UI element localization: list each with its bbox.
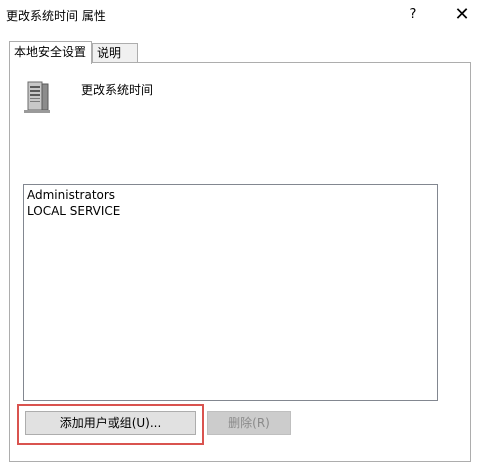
list-item[interactable]: Administrators: [27, 187, 434, 203]
server-icon: [24, 81, 50, 113]
members-listbox[interactable]: Administrators LOCAL SERVICE: [23, 184, 438, 401]
tab-local-security-setting[interactable]: 本地安全设置: [9, 41, 92, 64]
policy-name: 更改系统时间: [81, 83, 154, 97]
tab-explain[interactable]: 说明: [92, 43, 138, 63]
help-button[interactable]: ?: [390, 0, 436, 30]
list-item[interactable]: LOCAL SERVICE: [27, 203, 434, 219]
close-button[interactable]: ✕: [439, 0, 485, 30]
title-bar: 更改系统时间 属性 ? ✕: [0, 0, 485, 30]
remove-button[interactable]: 删除(R): [207, 411, 291, 435]
add-user-or-group-button[interactable]: 添加用户或组(U)...: [25, 411, 196, 435]
window-title: 更改系统时间 属性: [6, 9, 106, 23]
